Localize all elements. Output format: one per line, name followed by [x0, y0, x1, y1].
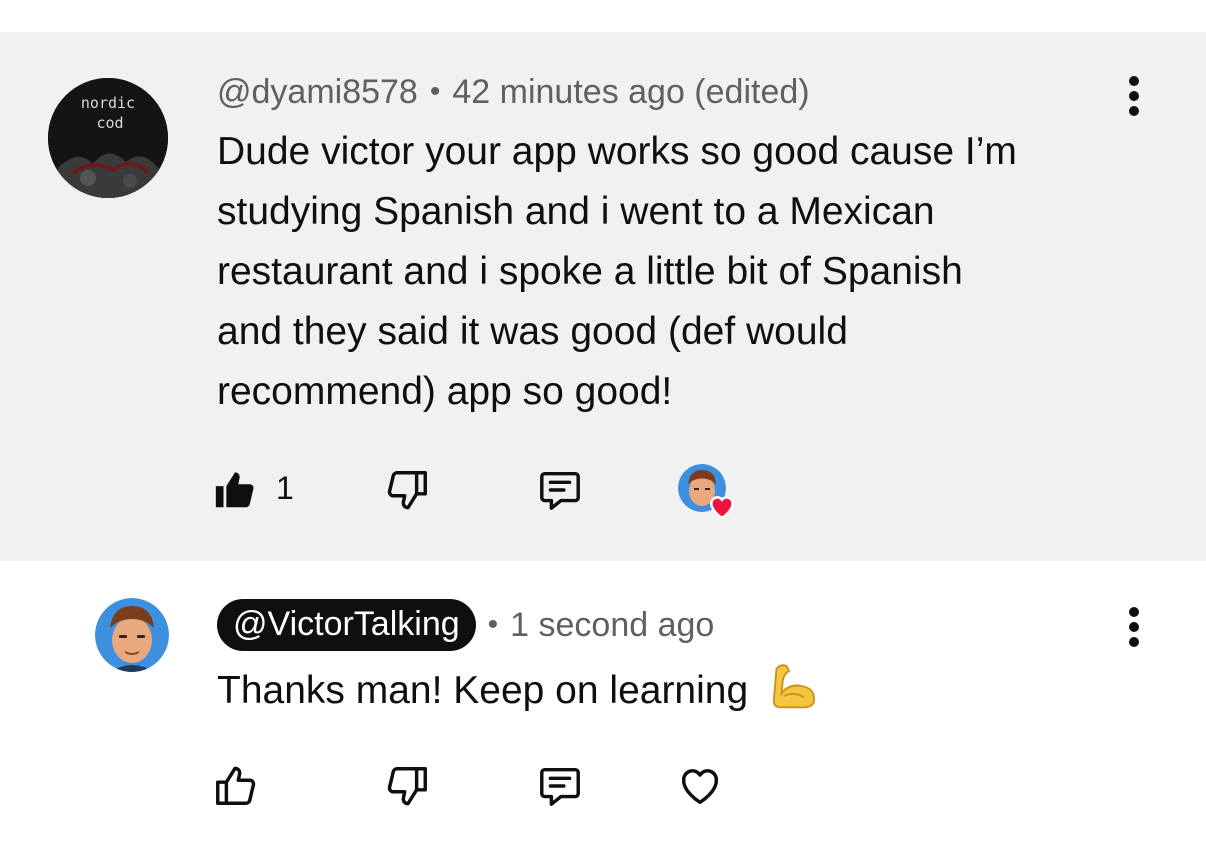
dislike-button[interactable]	[383, 460, 433, 520]
meta-separator: •	[487, 608, 499, 641]
avatar-text-line1: nordic	[81, 94, 135, 112]
reply-icon	[540, 767, 580, 806]
comment-line: and they said it was good (def would	[217, 310, 848, 353]
more-options-button[interactable]	[1122, 72, 1146, 132]
comment-line: restaurant and i spoke a little bit of S…	[217, 250, 963, 293]
more-options-button[interactable]	[1122, 603, 1146, 663]
comment-timestamp[interactable]: 1 second ago	[510, 606, 714, 645]
heart-icon	[681, 769, 719, 805]
comment-reply-victor: @VictorTalking • 1 second ago Thanks man…	[0, 561, 1206, 843]
reply-button[interactable]	[535, 756, 585, 816]
meta-separator: •	[429, 75, 441, 108]
flexed-biceps-emoji	[772, 664, 816, 709]
comment-thread-dyami: nordic cod @dyami8578 • 42 minutes ago (…	[0, 32, 1206, 561]
heart-icon	[709, 496, 735, 520]
dislike-button[interactable]	[383, 756, 433, 816]
avatar-image: nordic cod	[48, 78, 168, 198]
like-button[interactable]	[210, 756, 260, 816]
avatar-text-line2: cod	[96, 114, 123, 132]
author-name[interactable]: @dyami8578	[217, 73, 418, 112]
like-count: 1	[276, 470, 294, 506]
avatar-victor[interactable]	[95, 598, 169, 672]
creator-heart-badge[interactable]	[678, 464, 742, 524]
more-vertical-icon	[1122, 607, 1146, 647]
comment-meta: @dyami8578 • 42 minutes ago (edited)	[217, 70, 810, 114]
comment-line: recommend) app so good!	[217, 370, 673, 413]
thumbs-down-icon	[387, 767, 427, 806]
reply-button[interactable]	[535, 460, 585, 520]
comment-line: Dude victor your app works so good cause…	[217, 130, 1017, 173]
comment-timestamp[interactable]: 42 minutes ago (edited)	[452, 73, 809, 112]
thumbs-down-icon	[387, 471, 427, 510]
avatar-image	[95, 598, 169, 672]
reply-icon	[540, 471, 580, 510]
creator-author-chip[interactable]: @VictorTalking	[217, 599, 476, 651]
like-button[interactable]: 1	[210, 460, 294, 520]
comment-text: Thanks man! Keep on learning	[217, 669, 749, 712]
comment-meta: @VictorTalking • 1 second ago	[217, 599, 714, 651]
more-vertical-icon	[1122, 76, 1146, 116]
heart-button[interactable]	[675, 756, 725, 816]
comment-line: studying Spanish and i went to a Mexican	[217, 190, 935, 233]
comment-body: Thanks man! Keep on learning	[217, 661, 1117, 721]
thumbs-up-icon	[216, 766, 256, 805]
comment-body: Dude victor your app works so good cause…	[217, 122, 1157, 422]
thumbs-up-icon	[215, 472, 254, 508]
avatar-dyami[interactable]: nordic cod	[48, 78, 168, 198]
